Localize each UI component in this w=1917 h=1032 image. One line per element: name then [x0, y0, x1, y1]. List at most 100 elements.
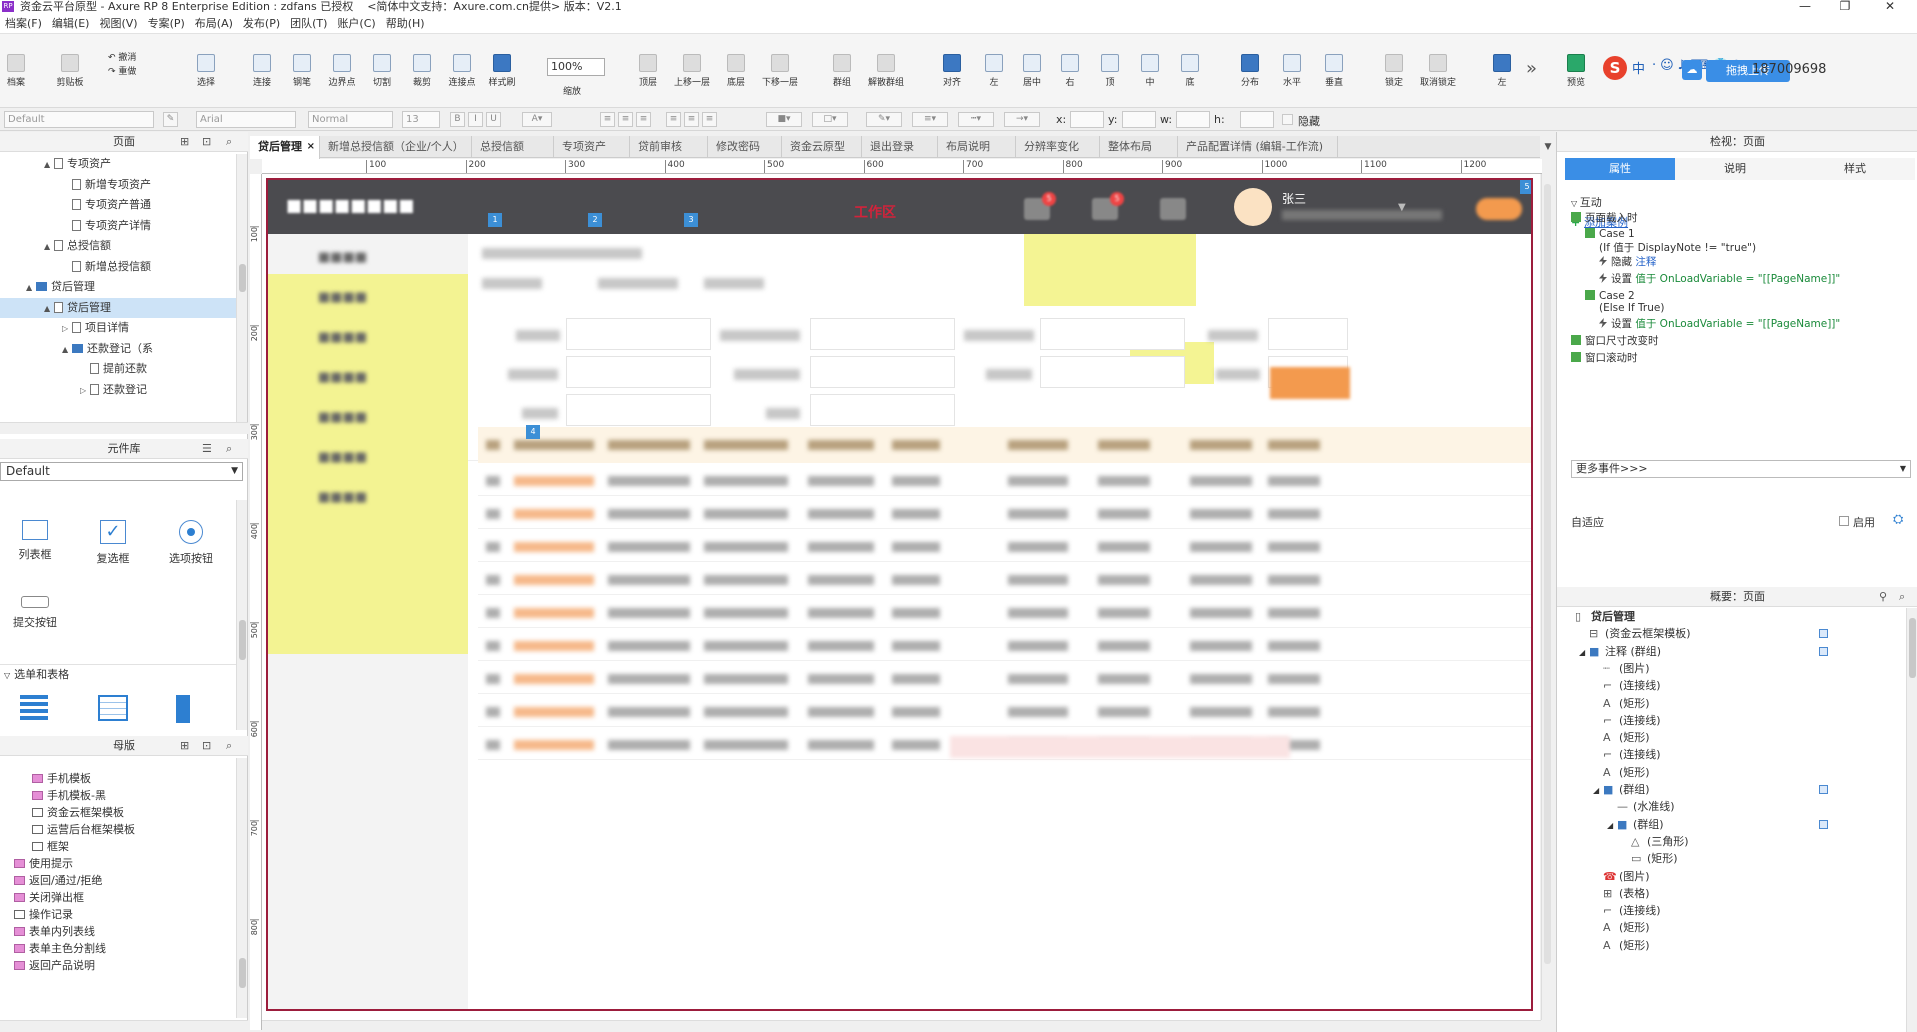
sidebar-item-7[interactable]: ■■■■ [268, 474, 468, 522]
tree-arrow-icon[interactable]: ▷ [80, 381, 90, 401]
align-left-text-icon[interactable]: ≡ [600, 112, 615, 127]
table-widget-icon[interactable] [98, 695, 128, 721]
menu-help[interactable]: 帮助(H) [381, 14, 430, 34]
sogou-ime-icon[interactable]: S [1603, 56, 1627, 80]
add-master-icon[interactable]: ⊞ [180, 736, 189, 756]
valign-top-icon[interactable]: ≡ [666, 112, 681, 127]
widget-listbox[interactable]: 列表框 [0, 520, 70, 562]
master-tree-item[interactable]: 使用提示 [0, 855, 236, 872]
outline-tree-item[interactable]: A (矩形) [1593, 729, 1650, 745]
outline-visibility-toggle[interactable] [1819, 819, 1828, 829]
masters-h-scrollbar[interactable] [0, 1020, 248, 1032]
filter-input-6[interactable] [810, 394, 955, 426]
canvas-h-scrollbar[interactable] [262, 1020, 1541, 1032]
tree-arrow-icon[interactable]: ▲ [26, 278, 36, 298]
page-tab[interactable]: 布局说明 [938, 136, 1016, 158]
filter-tab-1[interactable] [482, 278, 542, 289]
file-button[interactable]: 档案 [0, 54, 36, 88]
table-row[interactable] [478, 562, 1531, 595]
align-middle-button[interactable]: 中 [1130, 54, 1170, 88]
outline-scrollbar[interactable] [1906, 608, 1917, 1032]
tab-properties[interactable]: 属性 [1565, 158, 1675, 180]
line-style-icon[interactable]: ┅▾ [958, 112, 994, 127]
menu-edit[interactable]: 编辑(E) [47, 14, 95, 34]
outline-tree-item[interactable]: A (矩形) [1593, 695, 1650, 711]
canvas-scroll-thumb[interactable] [1544, 184, 1551, 964]
distribute-button[interactable]: 分布 [1230, 54, 1270, 88]
page-tab[interactable]: 修改密码 [708, 136, 782, 158]
undo-button[interactable]: ↶ 撤消 [108, 50, 136, 63]
note-marker-3[interactable]: 3 [684, 213, 698, 227]
filter-icon[interactable]: ⚲ [1879, 587, 1887, 607]
page-tree-item[interactable]: ▷ 还款登记 [0, 380, 236, 401]
align-top-button[interactable]: 顶 [1090, 54, 1130, 88]
fill-color-icon[interactable]: ■▾ [766, 112, 802, 127]
masters-scroll-thumb[interactable] [239, 958, 246, 988]
prototype-frame[interactable]: ■■■■■■■■ 工作区 5 5 张三 ▼ ■■■■ ■■■■ ■■■■ ■■■… [266, 178, 1533, 1011]
page-tab[interactable]: 产品配置详情 (编辑-工作流) [1178, 136, 1338, 158]
notification-icon[interactable]: 5 [1092, 192, 1124, 220]
line-color-icon[interactable]: ✎▾ [866, 112, 902, 127]
filter-input-5[interactable] [566, 394, 711, 426]
tab-notes[interactable]: 说明 [1675, 158, 1795, 180]
unlock-button[interactable]: 取消锁定 [1418, 54, 1458, 88]
menu-file[interactable]: 档案(F) [0, 14, 47, 34]
align-left-button[interactable]: 左 [974, 54, 1014, 88]
event-tree-item[interactable]: (If 值于 DisplayNote != "true") [1599, 240, 1756, 255]
more-events-select[interactable]: 更多事件>>> ▼ [1571, 460, 1911, 478]
valign-bottom-icon[interactable]: ≡ [702, 112, 717, 127]
crop-button[interactable]: 裁剪 [402, 54, 442, 88]
forms-section[interactable]: ▽ 选单和表格 [0, 664, 236, 684]
cut-button[interactable]: 切割 [362, 54, 402, 88]
more-chevron-icon[interactable]: » [1526, 58, 1537, 79]
valign-middle-icon[interactable]: ≡ [684, 112, 699, 127]
page-tab[interactable]: 整体布局 [1100, 136, 1178, 158]
page-tree-item[interactable]: ▲ 贷后管理 [0, 297, 236, 318]
outline-tree-item[interactable]: ⊞ (表格) [1593, 885, 1650, 901]
menu-widget-icon[interactable] [176, 695, 204, 723]
master-tree-item[interactable]: 操作记录 [0, 906, 236, 923]
adaptive-enable-checkbox[interactable] [1839, 516, 1849, 526]
note-marker-4[interactable]: 4 [526, 425, 540, 439]
connect-button[interactable]: 连接 [242, 54, 282, 88]
library-search-icon[interactable]: ⌕ [226, 439, 232, 459]
preview-button[interactable]: 预览 [1556, 54, 1596, 88]
page-tab[interactable]: 专项资产 [554, 136, 630, 158]
masters-scrollbar[interactable] [236, 758, 247, 1018]
page-tree-item[interactable]: ▲ 总授信额 [0, 236, 236, 257]
outline-tree-item[interactable]: ⊟ (资金云框架模板) [1579, 625, 1691, 641]
bold-icon[interactable]: B [450, 112, 465, 127]
avatar[interactable] [1234, 188, 1272, 226]
outline-tree-item[interactable]: ▭ (矩形) [1621, 850, 1678, 866]
tree-arrow-icon[interactable]: ▲ [44, 237, 54, 257]
outline-tree-item[interactable]: ⌐ (连接线) [1593, 902, 1661, 918]
add-folder-icon[interactable]: ⊡ [202, 132, 211, 152]
outline-tree-item[interactable]: △ (三角形) [1621, 833, 1689, 849]
outline-visibility-toggle[interactable] [1819, 629, 1828, 639]
master-tree-item[interactable]: 资金云框架模板 [0, 804, 236, 821]
filter-input-1[interactable] [566, 318, 711, 350]
style-edit-icon[interactable]: ✎ [163, 112, 178, 127]
outline-tree-item[interactable]: — (水准线) [1607, 798, 1675, 814]
tree-arrow-icon[interactable]: ◢ [1579, 648, 1589, 657]
library-scroll-thumb[interactable] [239, 620, 246, 660]
event-tree-item[interactable]: Case 1 [1585, 228, 1635, 240]
font-size-select[interactable]: 13 [402, 111, 440, 128]
close-icon[interactable]: ✕ [1870, 0, 1910, 13]
outline-tree-item[interactable]: ⌐ (连接线) [1593, 746, 1661, 762]
table-row[interactable] [478, 628, 1531, 661]
align-center-button[interactable]: 居中 [1012, 54, 1052, 88]
filter-tab-3[interactable] [704, 278, 764, 289]
hidden-checkbox[interactable] [1282, 114, 1293, 125]
event-tree-item[interactable]: 窗口尺寸改变时 [1571, 333, 1659, 348]
page-tree-item[interactable]: 专项资产普通 [0, 195, 236, 216]
message-icon[interactable]: 5 [1024, 192, 1056, 220]
library-menu-icon[interactable]: ☰ [202, 439, 212, 459]
page-tab[interactable]: 资金云原型 [782, 136, 862, 158]
ime-mode[interactable]: 中 [1632, 58, 1645, 77]
menu-team[interactable]: 团队(T) [285, 14, 332, 34]
style-select[interactable]: Default [4, 111, 154, 128]
table-row[interactable] [478, 463, 1531, 496]
left-panel-button[interactable]: 左 [1482, 54, 1522, 88]
user-dropdown-icon[interactable]: ▼ [1398, 202, 1406, 213]
